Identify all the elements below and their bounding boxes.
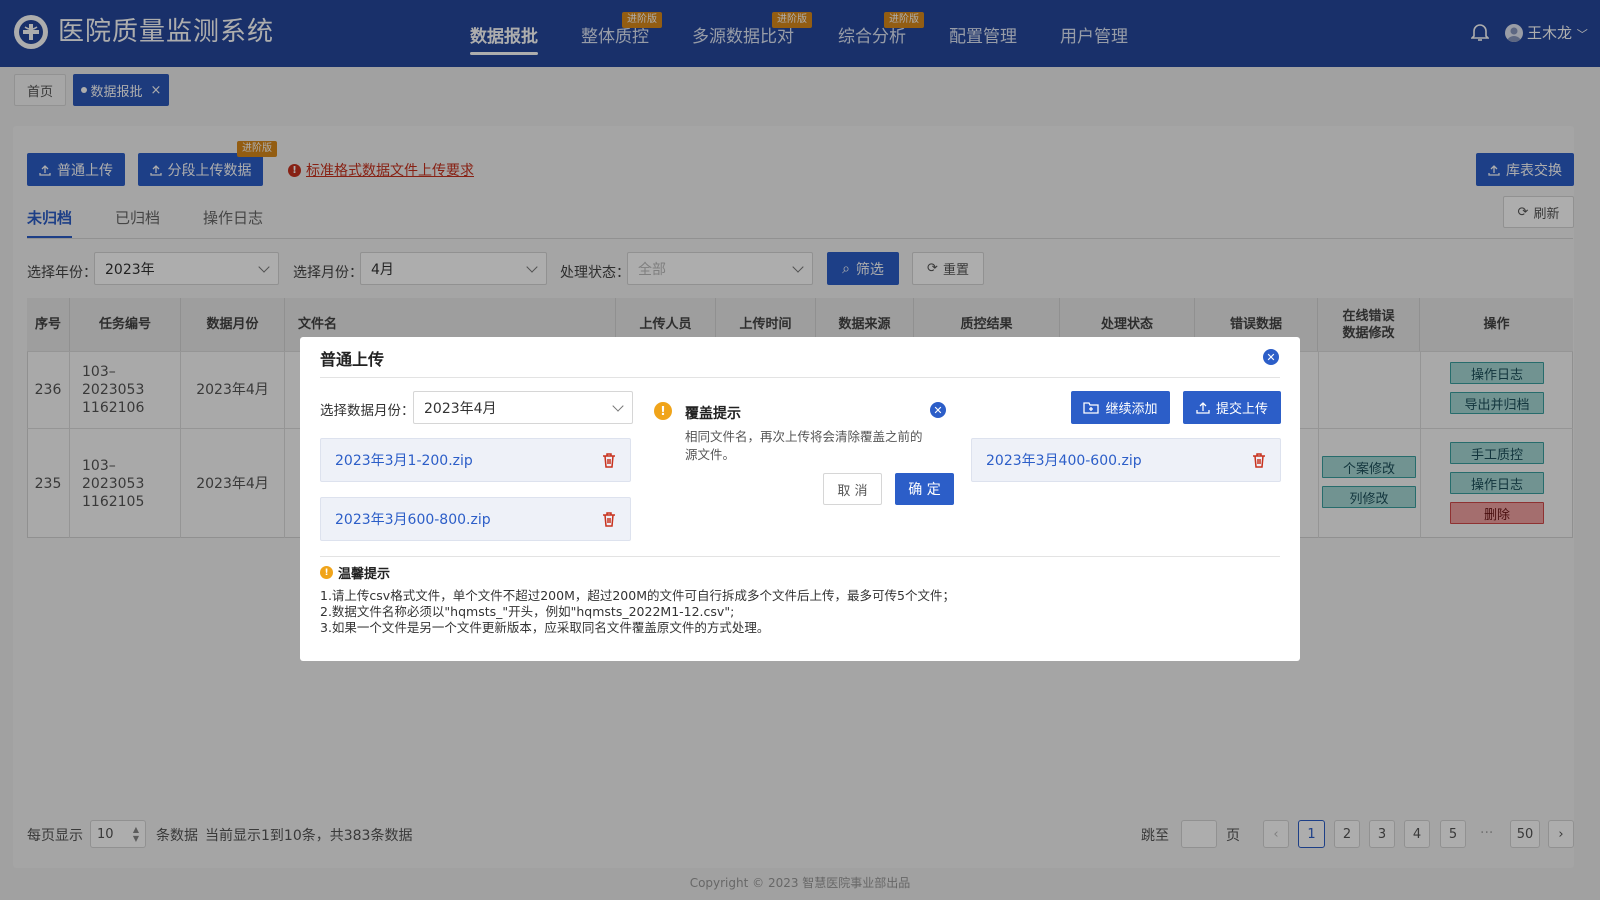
popover-close-icon[interactable]: ✕ <box>930 402 946 418</box>
data-month-select[interactable]: 2023年4月 <box>413 391 633 424</box>
trash-icon[interactable] <box>1252 452 1266 468</box>
tips-title: ! 温馨提示 <box>320 563 390 582</box>
modal-title: 普通上传 <box>320 350 385 369</box>
tip-line: 3.如果一个文件是另一个文件更新版本，应采取同名文件覆盖原文件的方式处理。 <box>320 620 770 635</box>
modal-close-icon[interactable]: ✕ <box>1263 349 1279 365</box>
info-icon: ! <box>320 566 333 579</box>
popover-title: 覆盖提示 <box>685 406 741 422</box>
popover-message: 相同文件名，再次上传将会清除覆盖之前的 源文件。 <box>685 429 923 462</box>
trash-icon[interactable] <box>602 452 616 468</box>
trash-icon[interactable] <box>602 511 616 527</box>
submit-upload-button[interactable]: 提交上传 <box>1183 391 1281 424</box>
confirm-button[interactable]: 确 定 <box>895 473 954 505</box>
continue-add-button[interactable]: 继续添加 <box>1071 391 1170 424</box>
file-item: 2023年3月400-600.zip <box>971 438 1281 482</box>
cancel-button[interactable]: 取 消 <box>823 473 882 505</box>
tips-divider <box>320 556 1280 557</box>
file-item: 2023年3月1-200.zip <box>320 438 631 482</box>
warning-icon: ! <box>654 402 672 420</box>
chevron-down-icon <box>612 399 624 412</box>
data-month-label: 选择数据月份： <box>320 403 415 419</box>
upload-icon <box>1196 402 1210 414</box>
file-item: 2023年3月600-800.zip <box>320 497 631 541</box>
modal-title-divider <box>320 377 1280 378</box>
folder-plus-icon <box>1083 402 1100 414</box>
